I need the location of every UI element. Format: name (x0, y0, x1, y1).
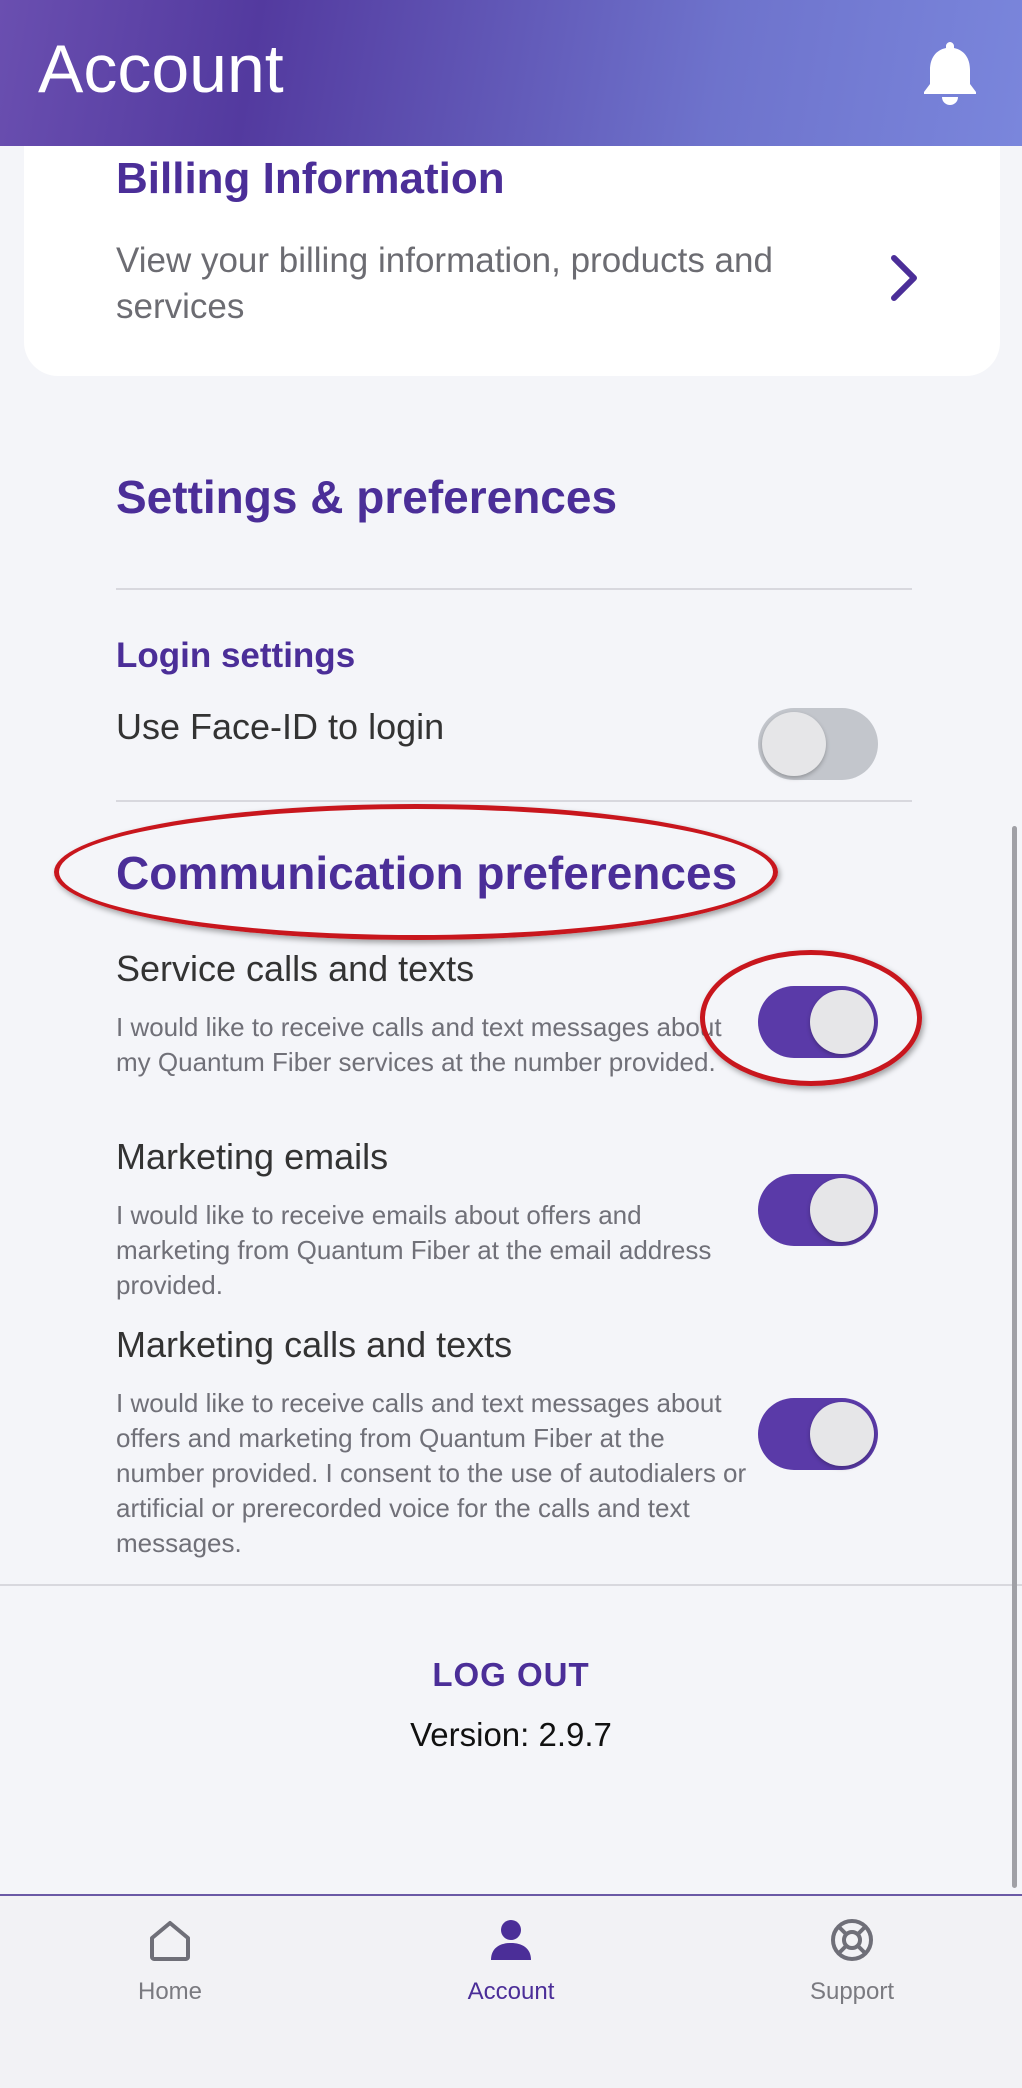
tab-home[interactable]: Home (70, 1916, 270, 2006)
service-calls-description: I would like to receive calls and text m… (116, 1012, 722, 1077)
face-id-toggle[interactable] (758, 708, 878, 780)
annotation-ellipse (54, 804, 778, 940)
page-title: Account (38, 31, 284, 107)
tab-bar: Home Account Support (0, 1894, 1022, 2088)
tab-label: Account (467, 1978, 555, 2005)
tab-account[interactable]: Account (411, 1916, 611, 2006)
marketing-emails-label: Marketing emails (116, 1136, 389, 1177)
lifebuoy-icon (831, 1919, 873, 1961)
marketing-calls-toggle[interactable] (758, 1398, 878, 1470)
settings-title: Settings & preferences (116, 471, 618, 523)
app-header: Account (0, 0, 1022, 146)
annotation-ellipse (700, 950, 922, 1086)
billing-title: Billing Information (116, 154, 505, 203)
service-calls-label: Service calls and texts (116, 948, 475, 989)
scrollbar[interactable] (1012, 826, 1017, 1888)
person-icon (491, 1920, 531, 1960)
home-icon (150, 1921, 190, 1961)
tab-label: Home (137, 1978, 203, 2005)
marketing-emails-description: I would like to receive emails about off… (116, 1200, 712, 1300)
tab-support[interactable]: Support (752, 1916, 952, 2006)
billing-description: View your billing information, products … (116, 241, 773, 326)
billing-card[interactable]: Billing Information View your billing in… (24, 120, 1000, 376)
logout-button[interactable]: LOG OUT (0, 1656, 1022, 1694)
chevron-right-icon[interactable] (886, 250, 922, 306)
login-settings-title: Login settings (116, 636, 356, 675)
marketing-calls-description: I would like to receive calls and text m… (116, 1388, 747, 1558)
face-id-label: Use Face-ID to login (116, 706, 445, 747)
marketing-emails-toggle[interactable] (758, 1174, 878, 1246)
bell-icon[interactable] (918, 38, 982, 106)
toggle-knob (810, 1178, 874, 1242)
divider (116, 588, 912, 590)
toggle-knob (810, 1402, 874, 1466)
marketing-calls-label: Marketing calls and texts (116, 1324, 513, 1365)
tab-label: Support (809, 1978, 895, 2005)
toggle-knob (762, 712, 826, 776)
divider (0, 1584, 1022, 1586)
divider (116, 800, 912, 802)
version-label: Version: 2.9.7 (410, 1716, 612, 1753)
